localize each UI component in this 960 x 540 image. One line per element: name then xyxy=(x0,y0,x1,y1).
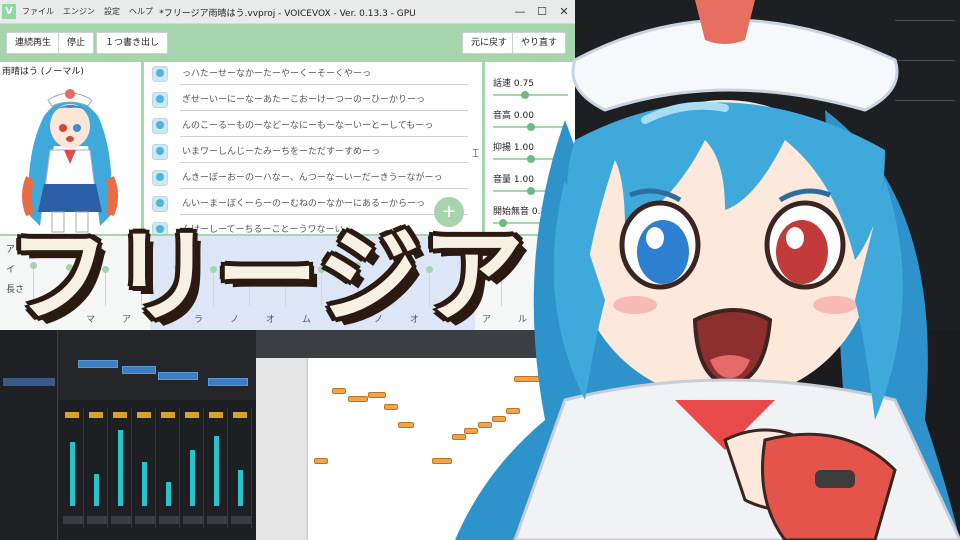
channel-solo-button[interactable] xyxy=(137,412,151,418)
speaker-avatar[interactable] xyxy=(152,66,168,82)
track-row[interactable] xyxy=(3,338,55,346)
track-row[interactable] xyxy=(3,388,55,396)
editor-sidebar xyxy=(256,358,308,540)
midi-note[interactable] xyxy=(348,396,368,402)
level-meter xyxy=(70,442,75,506)
panel-divider[interactable] xyxy=(141,62,144,234)
character-illustration xyxy=(455,0,960,540)
channel-solo-button[interactable] xyxy=(209,412,223,418)
daw-track-list xyxy=(0,330,58,540)
level-meter xyxy=(142,462,147,506)
stop-button[interactable]: 停止 xyxy=(58,32,95,54)
audio-clip[interactable] xyxy=(158,372,198,380)
midi-note[interactable] xyxy=(398,422,414,428)
line-text[interactable]: んのこーるーものーなどーなにーもーなーいーとーしてもーっ xyxy=(182,118,433,131)
mixer-channel[interactable] xyxy=(206,408,228,528)
speaker-avatar[interactable] xyxy=(152,92,168,108)
midi-note[interactable] xyxy=(368,392,386,398)
line-text[interactable]: ぎせーいーにーなーあたーこおーけーつーのーひーかりーっ xyxy=(182,92,425,105)
mixer-channel[interactable] xyxy=(62,408,84,528)
channel-solo-button[interactable] xyxy=(161,412,175,418)
track-row[interactable] xyxy=(3,378,55,386)
audio-clip[interactable] xyxy=(208,378,248,386)
channel-solo-button[interactable] xyxy=(65,412,79,418)
export-one-button[interactable]: １つ書き出し xyxy=(96,32,169,54)
play-continuous-button[interactable]: 連続再生 xyxy=(6,32,61,54)
channel-label xyxy=(207,516,227,524)
line-text[interactable]: いまワーしんじーたみーちをーただすーすめーっ xyxy=(182,144,380,157)
level-meter xyxy=(190,450,195,506)
mixer-channel[interactable] xyxy=(134,408,156,528)
channel-label xyxy=(159,516,179,524)
channel-solo-button[interactable] xyxy=(233,412,247,418)
midi-note[interactable] xyxy=(384,404,398,410)
level-meter xyxy=(94,474,99,506)
daw-mixer xyxy=(58,400,256,540)
character-portrait xyxy=(22,89,118,233)
channel-solo-button[interactable] xyxy=(185,412,199,418)
speaker-avatar[interactable] xyxy=(152,144,168,160)
daw-arrange-view xyxy=(58,330,256,400)
track-row[interactable] xyxy=(3,358,55,366)
channel-label xyxy=(111,516,131,524)
speaker-avatar[interactable] xyxy=(152,118,168,134)
level-meter xyxy=(214,435,219,506)
mixer-channel[interactable] xyxy=(110,408,132,528)
track-row[interactable] xyxy=(3,368,55,376)
level-meter xyxy=(238,470,243,506)
audio-clip[interactable] xyxy=(122,366,156,374)
mixer-channel[interactable] xyxy=(86,408,108,528)
level-meter xyxy=(118,430,123,506)
speaker-avatar[interactable] xyxy=(152,170,168,186)
speaker-avatar[interactable] xyxy=(152,196,168,212)
line-text[interactable]: んいーまーぼくーらーのーむねのーなかーにあるーからーっ xyxy=(182,196,425,209)
channel-label xyxy=(87,516,107,524)
line-text[interactable]: んきーぼーおーのーハなー、んつーなーいーだーきうーながーっ xyxy=(182,170,443,183)
midi-note[interactable] xyxy=(332,388,346,394)
track-row[interactable] xyxy=(3,348,55,356)
channel-label xyxy=(63,516,83,524)
mixer-channel[interactable] xyxy=(182,408,204,528)
level-meter xyxy=(166,482,171,506)
channel-label xyxy=(231,516,251,524)
channel-label xyxy=(183,516,203,524)
channel-solo-button[interactable] xyxy=(89,412,103,418)
channel-solo-button[interactable] xyxy=(113,412,127,418)
line-text[interactable]: っハたーせーなかーたーやーくーそーくやーっ xyxy=(182,66,371,79)
mixer-channel[interactable] xyxy=(158,408,180,528)
channel-label xyxy=(135,516,155,524)
mixer-channel[interactable] xyxy=(230,408,252,528)
track-row[interactable] xyxy=(3,398,55,406)
audio-clip[interactable] xyxy=(78,360,118,368)
midi-note[interactable] xyxy=(314,458,328,464)
